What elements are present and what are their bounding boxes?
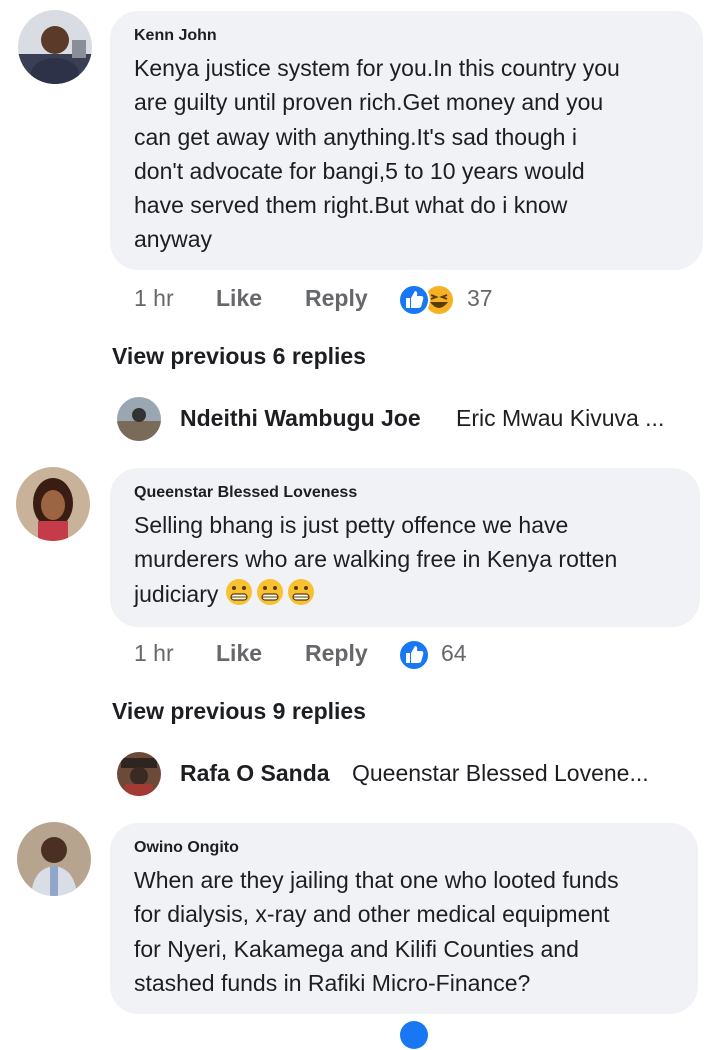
reply-button[interactable]: Reply xyxy=(305,285,368,312)
avatar-rafa xyxy=(117,752,161,796)
like-icon xyxy=(398,284,430,316)
like-icon xyxy=(400,1021,428,1049)
comment-bubble: Kenn John Kenya justice system for you.I… xyxy=(110,11,703,270)
latest-reply-row[interactable]: Rafa O Sanda Queenstar Blessed Lovene... xyxy=(117,752,687,796)
comment-actions: 1 hr Like Reply 64 xyxy=(134,639,694,674)
reply-button[interactable]: Reply xyxy=(305,640,368,667)
latest-reply-row[interactable]: Ndeithi Wambugu Joe Eric Mwau Kivuva ... xyxy=(117,397,687,441)
view-previous-replies-link[interactable]: View previous 6 replies xyxy=(112,343,366,370)
like-icon xyxy=(398,639,430,671)
comment-text-body: Selling bhang is just petty offence we h… xyxy=(134,512,618,607)
view-previous-replies-link[interactable]: View previous 9 replies xyxy=(112,698,366,725)
like-button[interactable]: Like xyxy=(216,285,262,312)
comment-text: Selling bhang is just petty offence we h… xyxy=(134,508,678,615)
comment-text: When are they jailing that one who loote… xyxy=(134,867,619,996)
reply-author[interactable]: Ndeithi Wambugu Joe xyxy=(180,405,421,432)
avatar-kenn-john[interactable] xyxy=(18,10,92,84)
grimace-emoji-icon xyxy=(287,578,315,615)
comment-author[interactable]: Queenstar Blessed Loveness xyxy=(134,484,357,502)
comment-time[interactable]: 1 hr xyxy=(134,640,174,667)
avatar-queenstar[interactable] xyxy=(16,467,90,541)
reaction-summary[interactable]: 64 xyxy=(397,636,497,671)
avatar-photo xyxy=(16,467,90,541)
avatar-ndeithi xyxy=(117,397,161,441)
grimace-emoji-icon xyxy=(256,578,284,615)
avatar-owino-ongito[interactable] xyxy=(17,822,91,896)
avatar-photo xyxy=(117,752,161,796)
reaction-count: 64 xyxy=(441,640,467,666)
reply-preview: Queenstar Blessed Lovene... xyxy=(352,760,649,786)
comment-author[interactable]: Owino Ongito xyxy=(134,839,239,857)
comment-bubble: Owino Ongito When are they jailing that … xyxy=(110,823,698,1014)
comment-author[interactable]: Kenn John xyxy=(134,27,217,45)
reply-preview: Eric Mwau Kivuva ... xyxy=(456,405,665,431)
avatar-photo xyxy=(18,10,92,84)
comment-time[interactable]: 1 hr xyxy=(134,285,174,312)
avatar-photo xyxy=(17,822,91,896)
reply-author[interactable]: Rafa O Sanda xyxy=(180,760,330,787)
reaction-summary[interactable]: 37 xyxy=(397,281,517,316)
like-button[interactable]: Like xyxy=(216,640,262,667)
avatar-photo xyxy=(117,397,161,441)
grimace-emoji-icon xyxy=(225,578,253,615)
comment-actions: 1 hr Like Reply 37 xyxy=(134,284,694,319)
comment-text: Kenya justice system for you.In this cou… xyxy=(134,55,620,253)
comment-bubble: Queenstar Blessed Loveness Selling bhang… xyxy=(110,468,700,627)
reaction-count: 37 xyxy=(467,285,493,311)
